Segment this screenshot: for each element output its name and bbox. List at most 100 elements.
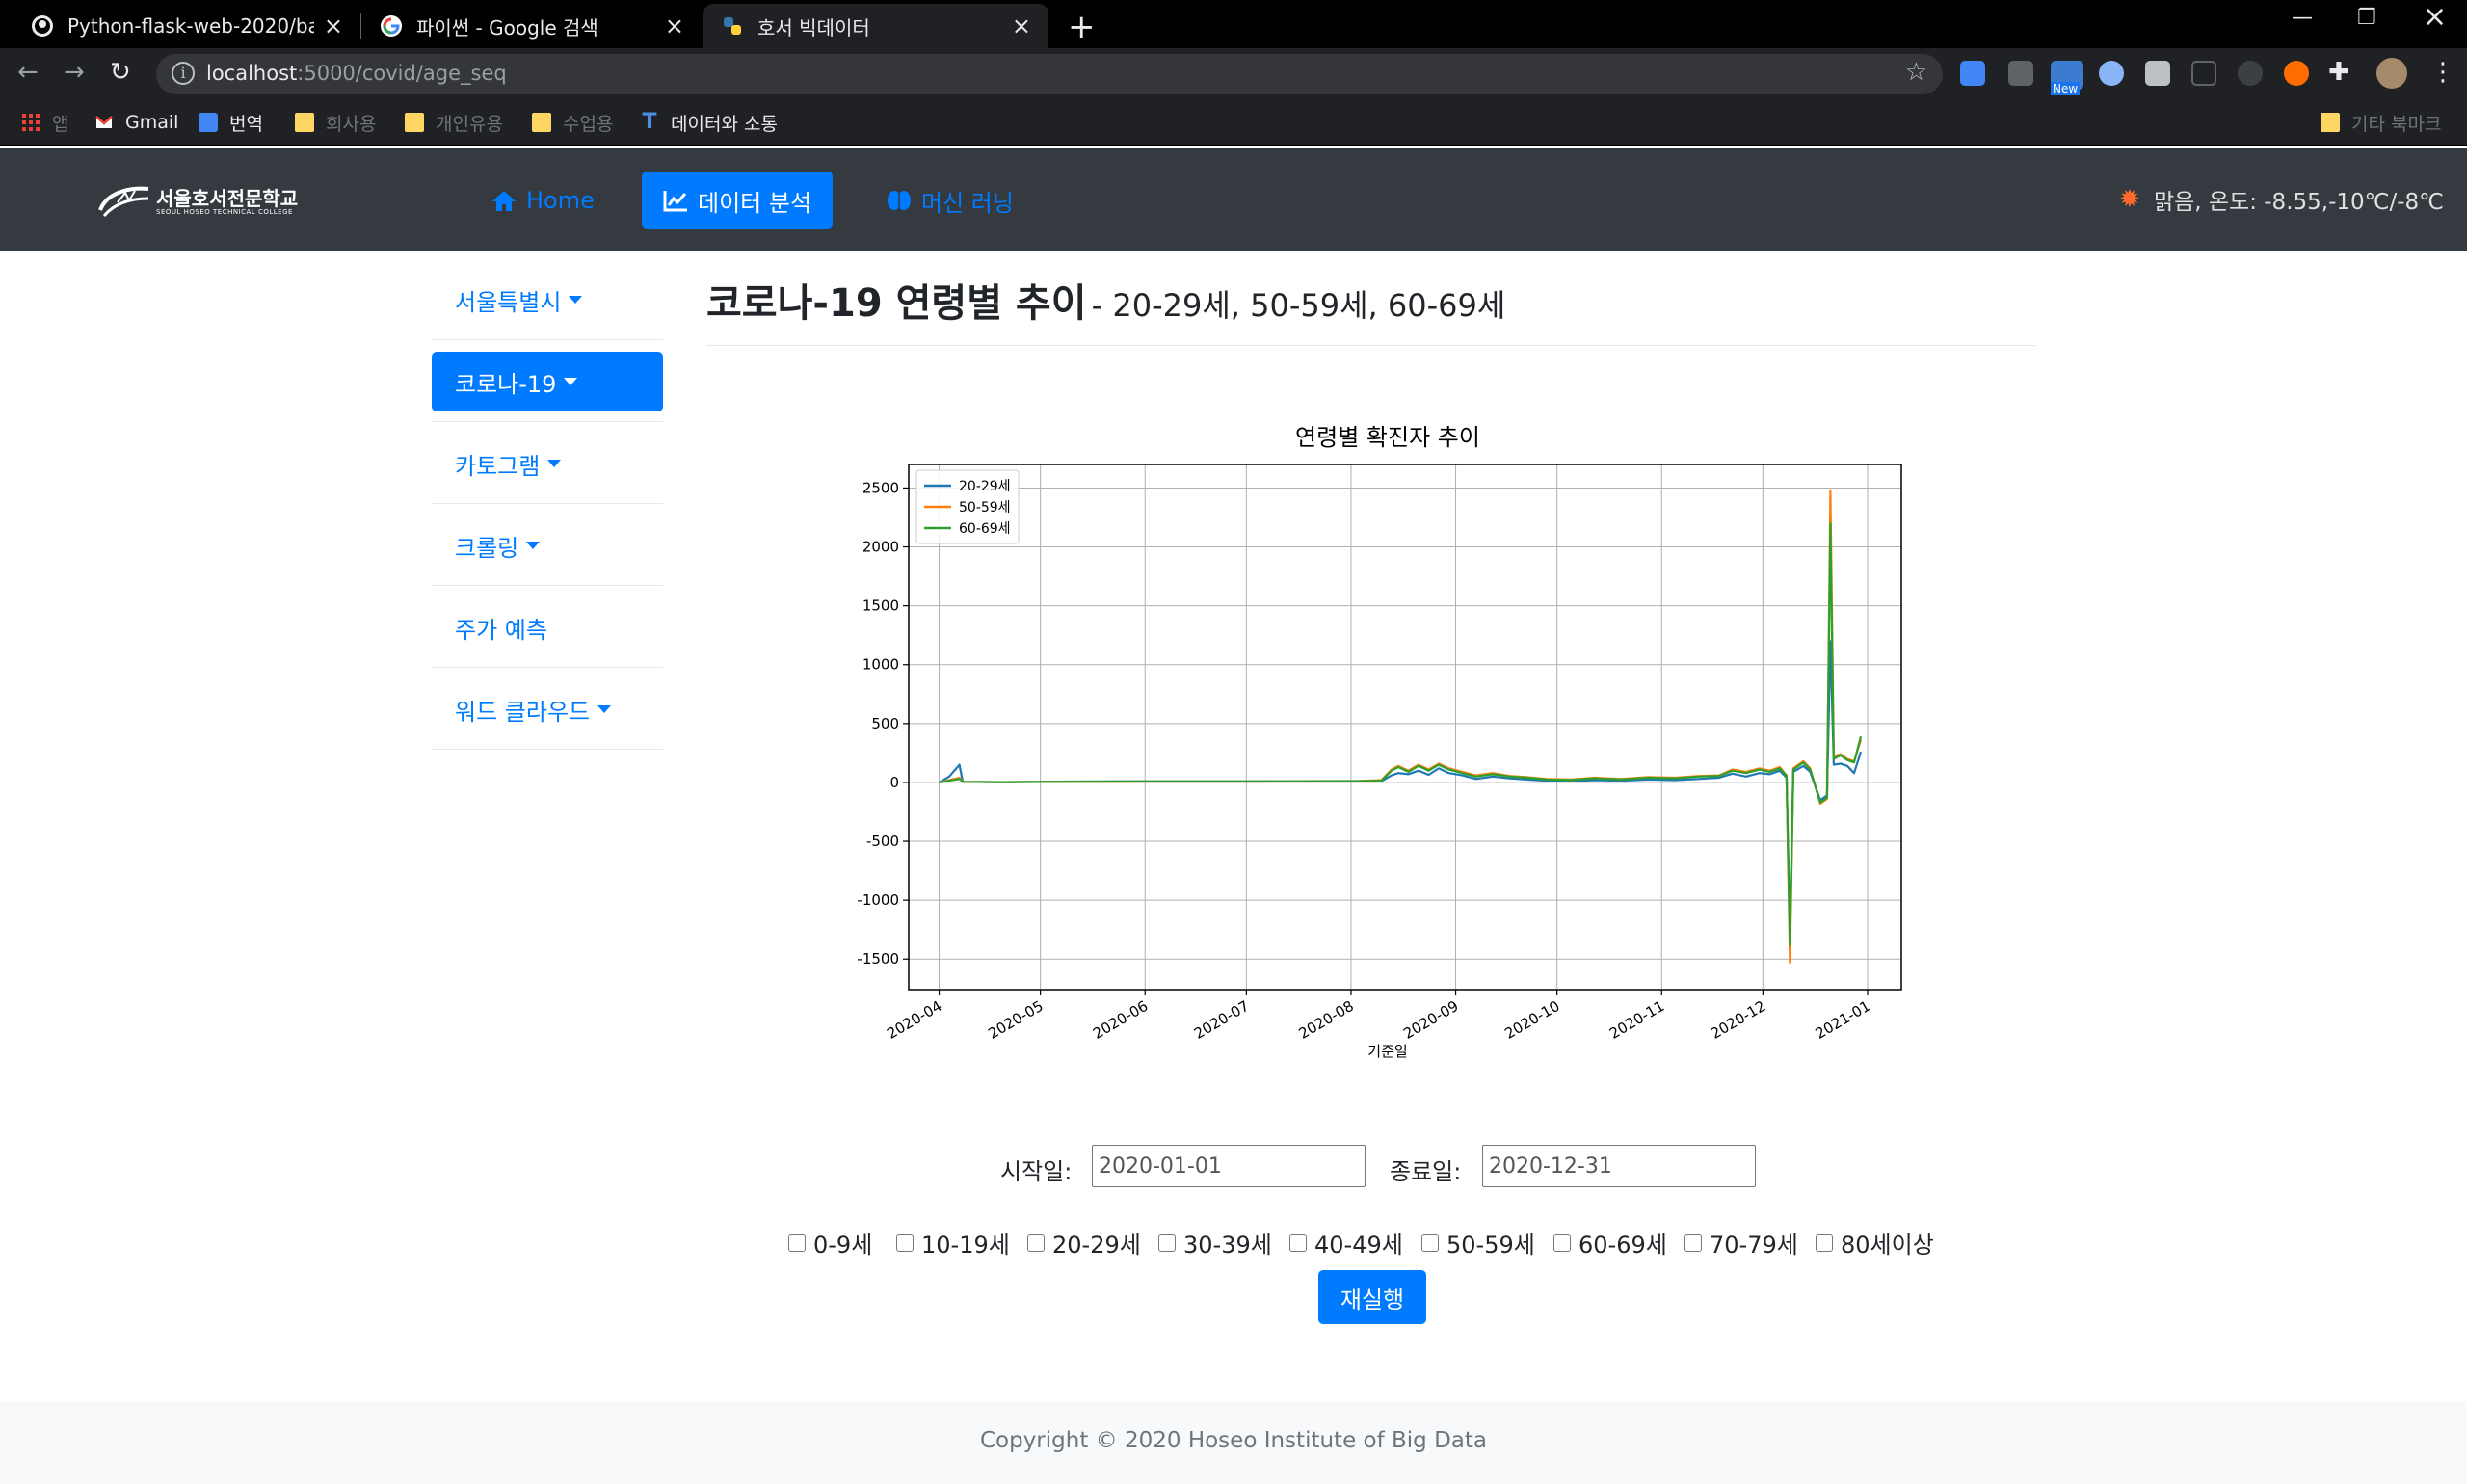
tab-github[interactable]: Python-flask-web-2020/base.htm × xyxy=(13,4,360,48)
sidebar-item-crawling: 크롤링 xyxy=(432,504,663,586)
age-checkbox[interactable] xyxy=(1027,1233,1045,1252)
python-icon xyxy=(724,17,741,35)
folder-icon xyxy=(532,113,551,132)
address-bar[interactable]: i localhost:5000/covid/age_seq ☆ xyxy=(156,54,1943,94)
school-logo[interactable]: 서울호서전문학교 SEOUL HOSEO TECHNICAL COLLEGE xyxy=(96,177,308,222)
sidebar-link-stock-prediction[interactable]: 주가 예측 xyxy=(432,597,663,657)
sidebar-item-cartogram: 카토그램 xyxy=(432,422,663,504)
caret-down-icon xyxy=(569,296,583,304)
sun-icon: ✹ xyxy=(2119,185,2140,214)
age-checkbox[interactable] xyxy=(1816,1233,1833,1252)
sidebar-item-label: 크롤링 xyxy=(455,534,519,562)
new-extension-icon[interactable]: New xyxy=(2051,61,2083,95)
bookmark-other[interactable]: 기타 북마크 xyxy=(2321,108,2441,137)
age-checkbox[interactable] xyxy=(1553,1233,1571,1252)
nav-machine-learning[interactable]: 머신 러닝 xyxy=(865,172,1035,229)
bookmark-apps[interactable]: 앱 xyxy=(21,108,68,137)
url-text[interactable]: localhost:5000/covid/age_seq xyxy=(206,62,507,85)
sidebar-link-cartogram[interactable]: 카토그램 xyxy=(432,434,663,493)
minimize-icon[interactable]: — xyxy=(2292,6,2313,30)
y-tick-label: 2000 xyxy=(862,539,899,556)
end-date-input[interactable] xyxy=(1482,1145,1756,1187)
info-icon[interactable]: i xyxy=(172,62,195,85)
page-title-sub: - 20-29세, 50-59세, 60-69세 xyxy=(1091,287,1506,324)
restore-icon[interactable]: ❐ xyxy=(2357,6,2376,30)
chart-x-axis-label: 기준일 xyxy=(1367,1043,1407,1060)
brain-icon xyxy=(888,191,911,210)
y-tick-label: 0 xyxy=(889,774,899,791)
close-icon[interactable]: × xyxy=(665,13,684,40)
age-checkbox[interactable] xyxy=(1421,1233,1439,1252)
menu-kebab-icon[interactable]: ⋮ xyxy=(2430,58,2455,87)
forward-arrow-icon[interactable]: → xyxy=(64,58,85,87)
nav-home[interactable]: Home xyxy=(470,172,616,229)
age-option-60-69[interactable]: 60-69세 xyxy=(1553,1226,1667,1259)
bookmark-star-icon[interactable]: ☆ xyxy=(1905,58,1927,87)
close-icon[interactable]: × xyxy=(1012,13,1031,40)
plot-frame xyxy=(908,464,1902,991)
sidebar-item-label: 워드 클라우드 xyxy=(455,698,591,726)
sidebar-link-seoul[interactable]: 서울특별시 xyxy=(432,270,663,330)
page-title-main: 코로나-19 연령별 추이 xyxy=(706,281,1087,326)
folder-icon xyxy=(405,113,424,132)
browser-tab-bar: Python-flask-web-2020/base.htm × 파이썬 - G… xyxy=(0,0,2467,48)
t-icon: T xyxy=(642,110,657,134)
close-window-icon[interactable]: × xyxy=(2423,0,2447,34)
bookmark-translate[interactable]: 번역 xyxy=(199,108,263,137)
close-icon[interactable]: × xyxy=(324,13,343,40)
bookmark-label: Gmail xyxy=(125,112,179,133)
circle-extension-icon[interactable] xyxy=(2099,61,2124,86)
age-checkbox[interactable] xyxy=(1684,1233,1702,1252)
sidebar-link-crawling[interactable]: 크롤링 xyxy=(432,516,663,575)
bookmark-label: 데이터와 소통 xyxy=(671,113,778,135)
bookmark-label: 수업용 xyxy=(563,113,614,135)
sidebar-link-word-cloud[interactable]: 워드 클라우드 xyxy=(432,679,663,739)
profile-avatar-icon[interactable] xyxy=(2376,58,2407,89)
age-option-10-19[interactable]: 10-19세 xyxy=(896,1226,1010,1259)
bookmark-folder-class[interactable]: 수업용 xyxy=(532,108,613,137)
bookmark-data-communication[interactable]: T 데이터와 소통 xyxy=(640,108,778,137)
logo-subtext: SEOUL HOSEO TECHNICAL COLLEGE xyxy=(156,208,293,216)
sidebar-item-label: 카토그램 xyxy=(455,452,541,480)
translate-extension-icon[interactable] xyxy=(1960,61,1985,86)
caret-down-icon xyxy=(597,705,612,713)
font-extension-icon[interactable] xyxy=(2191,61,2216,86)
tab-hoseo-bigdata[interactable]: 호서 빅데이터 × xyxy=(703,4,1048,48)
age-option-label: 20-29세 xyxy=(1052,1232,1141,1259)
y-tick-label: 500 xyxy=(871,715,899,732)
age-checkbox[interactable] xyxy=(896,1233,914,1252)
age-checkbox[interactable] xyxy=(788,1233,806,1252)
tab-google-search[interactable]: 파이썬 - Google 검색 × xyxy=(362,4,702,48)
nav-data-analysis[interactable]: 데이터 분석 xyxy=(642,172,834,229)
series-line xyxy=(939,489,1863,965)
pen-extension-icon[interactable] xyxy=(2008,61,2033,86)
bookmark-folder-personal[interactable]: 개인유용 xyxy=(405,108,503,137)
age-checkbox[interactable] xyxy=(1289,1233,1307,1252)
reload-icon[interactable]: ↻ xyxy=(110,58,131,87)
sidebar-link-covid19[interactable]: 코로나-19 xyxy=(432,352,663,411)
rerun-button[interactable]: 재실행 xyxy=(1318,1270,1426,1324)
fish-extension-icon[interactable] xyxy=(2238,61,2263,86)
age-checkbox[interactable] xyxy=(1158,1233,1176,1252)
y-tick-label: -500 xyxy=(866,833,899,850)
printer-extension-icon[interactable] xyxy=(2145,61,2170,86)
orange-extension-icon[interactable] xyxy=(2284,61,2309,86)
bookmark-folder-company[interactable]: 회사용 xyxy=(295,108,376,137)
url-host: localhost xyxy=(206,62,298,85)
back-arrow-icon[interactable]: ← xyxy=(17,58,39,87)
age-option-label: 0-9세 xyxy=(813,1232,873,1259)
bookmark-gmail[interactable]: Gmail xyxy=(94,108,178,137)
age-option-20-29[interactable]: 20-29세 xyxy=(1027,1226,1141,1259)
age-option-70-79[interactable]: 70-79세 xyxy=(1684,1226,1798,1259)
start-date-input[interactable] xyxy=(1092,1145,1366,1187)
age-option-40-49[interactable]: 40-49세 xyxy=(1289,1226,1403,1259)
age-option-50-59[interactable]: 50-59세 xyxy=(1421,1226,1535,1259)
age-option-30-39[interactable]: 30-39세 xyxy=(1158,1226,1272,1259)
age-option-80-plus[interactable]: 80세이상 xyxy=(1816,1226,1934,1259)
x-tick-label: 2020-11 xyxy=(1606,997,1667,1043)
new-tab-icon[interactable]: + xyxy=(1068,8,1096,46)
puzzle-extensions-icon[interactable]: ✚ xyxy=(2328,58,2349,87)
bookmark-label: 회사용 xyxy=(326,113,377,135)
home-icon xyxy=(492,191,516,211)
age-option-0-9[interactable]: 0-9세 xyxy=(788,1226,872,1259)
